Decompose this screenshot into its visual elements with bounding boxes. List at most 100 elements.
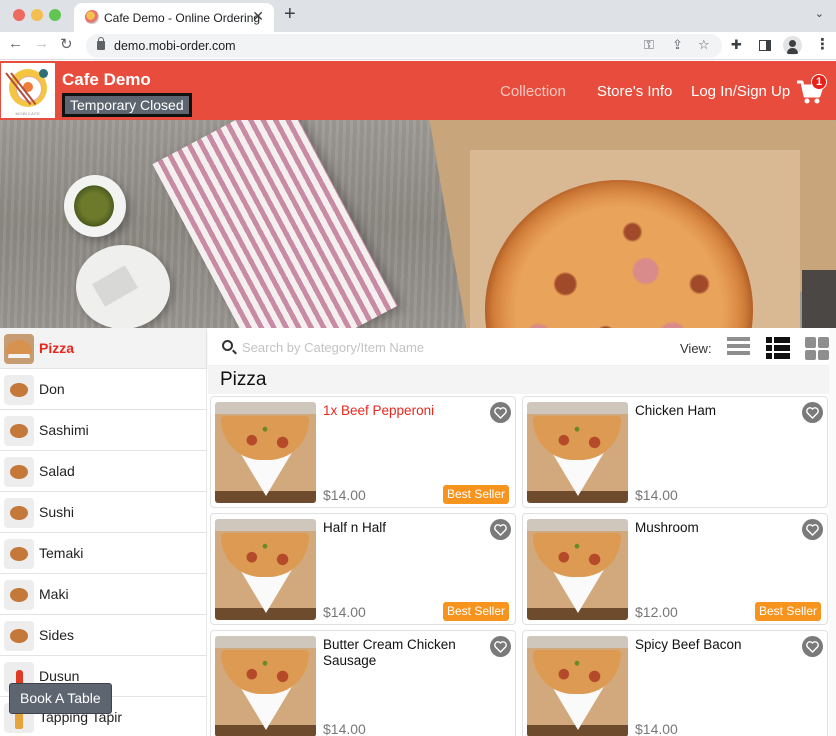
- category-label: Maki: [39, 586, 69, 602]
- category-label: Pizza: [39, 340, 75, 356]
- book-a-table-button[interactable]: Book A Table: [9, 683, 112, 714]
- menu-item-card[interactable]: Mushroom $12.00 Best Seller: [522, 513, 828, 625]
- favicon-icon: [85, 10, 99, 24]
- menu-item-name: Mushroom: [635, 520, 699, 535]
- category-item-pizza[interactable]: Pizza: [0, 328, 206, 369]
- window-minimize-button[interactable]: [31, 9, 43, 21]
- menu-item-name: Spicy Beef Bacon: [635, 637, 742, 652]
- close-tab-icon[interactable]: ✕: [252, 8, 264, 25]
- menu-content: View: Pizza 1x Beef Pepperoni $14.00 Bes…: [208, 328, 836, 736]
- category-thumbnail: [4, 539, 34, 569]
- cart-count-badge: 1: [811, 74, 827, 90]
- forward-arrow-icon[interactable]: →: [34, 35, 49, 52]
- favorite-heart-icon[interactable]: [490, 402, 511, 423]
- hero-banner-image: [0, 120, 836, 328]
- menu-item-image: [527, 636, 628, 736]
- section-title: Pizza: [208, 366, 830, 394]
- category-thumbnail: [4, 334, 34, 364]
- banner-plate: [76, 245, 170, 328]
- tab-title: Cafe Demo - Online Ordering: [104, 11, 261, 25]
- menu-item-image: [215, 636, 316, 736]
- best-seller-badge: Best Seller: [442, 485, 509, 504]
- browser-tabstrip: Cafe Demo - Online Ordering ✕ + ⌄: [0, 0, 836, 32]
- best-seller-badge: Best Seller: [754, 602, 821, 621]
- chevron-down-icon[interactable]: ⌄: [815, 7, 824, 20]
- menu-item-price: $14.00: [635, 721, 678, 736]
- new-tab-button[interactable]: +: [284, 3, 296, 26]
- menu-item-price: $14.00: [323, 721, 366, 736]
- category-thumbnail: [4, 416, 34, 446]
- category-label: Sashimi: [39, 422, 89, 438]
- site-header: MOBICAFE Cafe Demo Temporary Closed Coll…: [0, 61, 836, 120]
- share-icon[interactable]: ⇪: [672, 37, 683, 53]
- view-label: View:: [680, 341, 712, 356]
- category-item-sushi[interactable]: Sushi: [0, 492, 206, 533]
- menu-item-image: [215, 519, 316, 620]
- store-name: Cafe Demo: [62, 70, 151, 89]
- back-arrow-icon[interactable]: ←: [8, 35, 23, 52]
- menu-item-name: Butter Cream Chicken Sausage: [323, 637, 456, 668]
- nav-store-info-link[interactable]: Store's Info: [597, 83, 672, 100]
- search-bar: View:: [208, 329, 830, 365]
- category-item-sides[interactable]: Sides: [0, 615, 206, 656]
- window-close-button[interactable]: [13, 9, 25, 21]
- category-thumbnail: [4, 621, 34, 651]
- favorite-heart-icon[interactable]: [490, 519, 511, 540]
- menu-item-image: [527, 402, 628, 503]
- favorite-heart-icon[interactable]: [490, 636, 511, 657]
- reload-icon[interactable]: ↻: [60, 35, 73, 53]
- menu-item-name: Half n Half: [323, 520, 387, 535]
- extensions-puzzle-icon[interactable]: ✚: [731, 37, 742, 53]
- banner-shadow: [802, 270, 836, 328]
- page-scrollbar[interactable]: [829, 328, 836, 736]
- search-icon: [222, 340, 233, 351]
- menu-item-card[interactable]: 1x Beef Pepperoni $14.00 Best Seller: [210, 396, 516, 508]
- profile-avatar-icon[interactable]: [783, 36, 802, 55]
- store-logo[interactable]: MOBICAFE: [1, 63, 55, 118]
- category-item-salad[interactable]: Salad: [0, 451, 206, 492]
- bookmark-star-icon[interactable]: ☆: [698, 37, 710, 53]
- menu-item-card[interactable]: Butter Cream Chicken Sausage $14.00: [210, 630, 516, 736]
- store-status-badge: Temporary Closed: [62, 93, 192, 117]
- view-detail-list-button[interactable]: [766, 337, 790, 359]
- favorite-heart-icon[interactable]: [802, 519, 823, 540]
- more-menu-icon[interactable]: ⋮: [815, 35, 830, 53]
- banner-plant-pot: [64, 175, 126, 237]
- category-label: Don: [39, 381, 65, 397]
- nav-collection-link[interactable]: Collection: [500, 83, 566, 100]
- category-sidebar: Pizza Don Sashimi Salad Sushi Temaki Mak…: [0, 328, 207, 736]
- favorite-heart-icon[interactable]: [802, 402, 823, 423]
- category-label: Dusun: [39, 668, 80, 684]
- category-label: Sides: [39, 627, 75, 643]
- nav-login-signup-link[interactable]: Log In/Sign Up: [691, 83, 790, 100]
- category-item-maki[interactable]: Maki: [0, 574, 206, 615]
- category-label: Temaki: [39, 545, 84, 561]
- view-grid-button[interactable]: [805, 337, 829, 360]
- logo-text: MOBICAFE: [15, 111, 41, 116]
- category-label: Salad: [39, 463, 75, 479]
- category-thumbnail: [4, 580, 34, 610]
- view-list-button[interactable]: [727, 337, 750, 359]
- best-seller-badge: Best Seller: [442, 602, 509, 621]
- menu-item-price: $12.00: [635, 604, 678, 620]
- search-input[interactable]: [242, 337, 622, 357]
- address-bar[interactable]: demo.mobi-order.com ⚿ ⇪ ☆: [86, 34, 722, 58]
- window-maximize-button[interactable]: [49, 9, 61, 21]
- menu-item-price: $14.00: [635, 487, 678, 503]
- menu-item-card[interactable]: Chicken Ham $14.00: [522, 396, 828, 508]
- menu-item-card[interactable]: Spicy Beef Bacon $14.00: [522, 630, 828, 736]
- category-thumbnail: [4, 498, 34, 528]
- category-item-sashimi[interactable]: Sashimi: [0, 410, 206, 451]
- url-text[interactable]: demo.mobi-order.com: [114, 39, 236, 53]
- category-item-temaki[interactable]: Temaki: [0, 533, 206, 574]
- key-icon[interactable]: ⚿: [644, 37, 654, 53]
- menu-item-name: Chicken Ham: [635, 403, 717, 418]
- favorite-heart-icon[interactable]: [802, 636, 823, 657]
- banner-napkin: [152, 120, 398, 328]
- menu-item-card[interactable]: Half n Half $14.00 Best Seller: [210, 513, 516, 625]
- menu-item-price: $14.00: [323, 487, 366, 503]
- side-panel-icon[interactable]: [759, 40, 771, 51]
- lock-icon: [97, 37, 105, 50]
- category-item-don[interactable]: Don: [0, 369, 206, 410]
- browser-tab[interactable]: Cafe Demo - Online Ordering ✕: [74, 3, 274, 32]
